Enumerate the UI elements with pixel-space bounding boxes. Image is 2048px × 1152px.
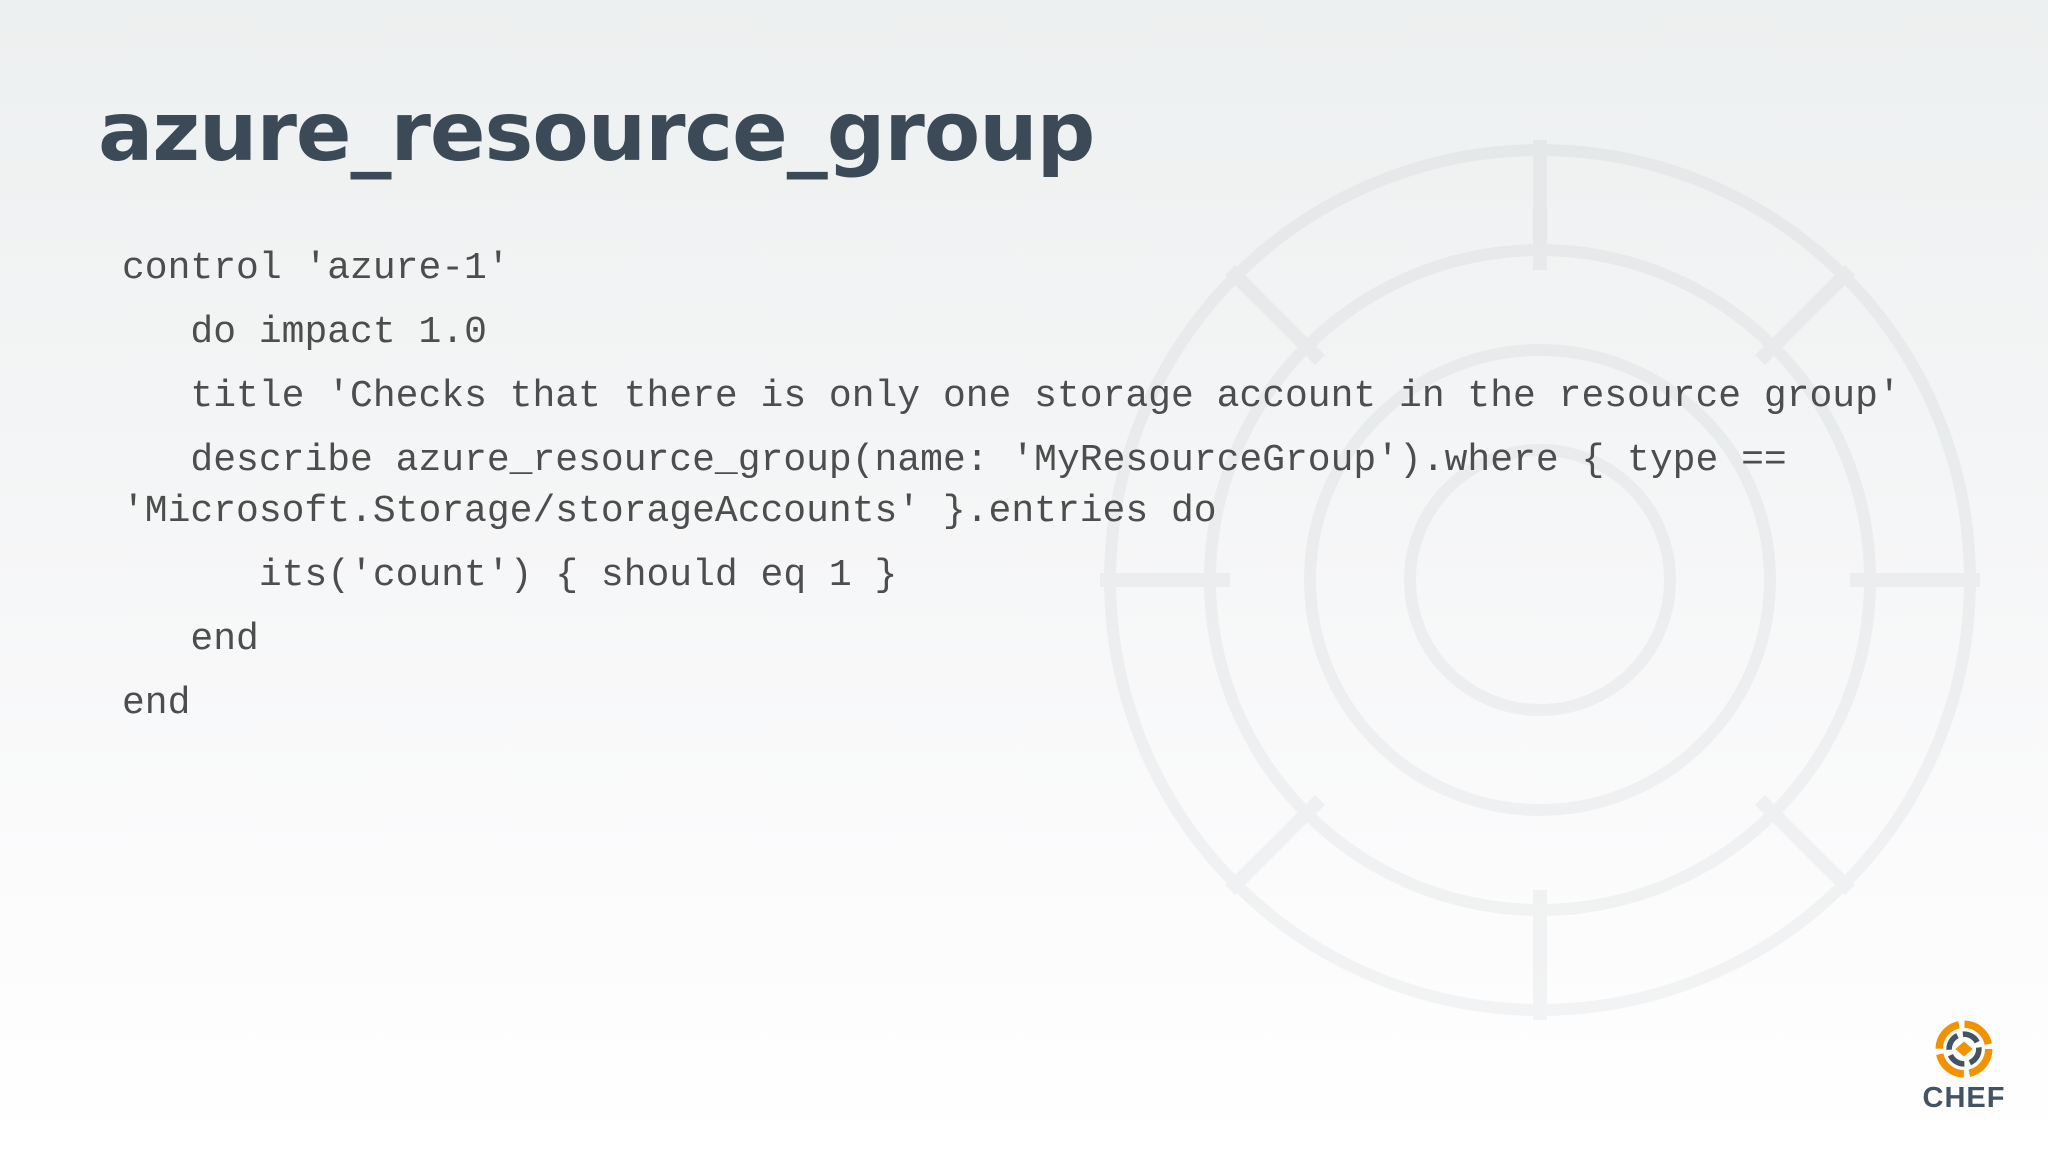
code-line: describe azure_resource_group(name: 'MyR… [122,439,1810,533]
code-line: its('count') { should eq 1 } [122,554,898,597]
code-line: control 'azure-1' [122,247,510,290]
chef-logo-text: CHEF [1922,1082,2006,1114]
code-line: do impact 1.0 [122,311,487,354]
code-line: end [122,682,191,725]
slide-title: azure_resource_group [98,85,1095,180]
chef-logo: CHEF [1916,1018,2012,1122]
chef-logo-icon [1935,1020,1993,1078]
code-block: control 'azure-1' do impact 1.0 title 'C… [122,243,1962,742]
code-line: title 'Checks that there is only one sto… [122,375,1901,418]
code-line: end [122,618,259,661]
